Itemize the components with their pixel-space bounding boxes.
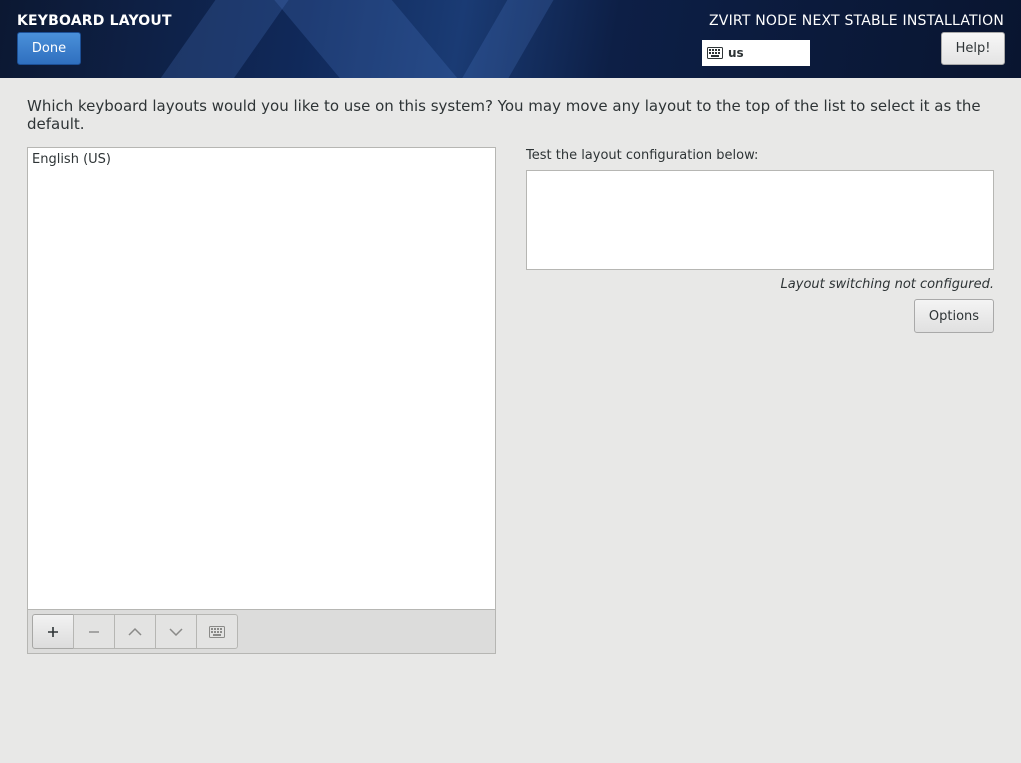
- list-item[interactable]: English (US): [28, 148, 495, 172]
- preview-layout-button[interactable]: [196, 614, 238, 649]
- options-button[interactable]: Options: [914, 299, 994, 333]
- test-layout-field[interactable]: [526, 170, 994, 270]
- chevron-up-icon: [128, 627, 142, 636]
- minus-icon: [89, 630, 99, 633]
- keyboard-layout-code: us: [728, 46, 744, 60]
- page-title: KEYBOARD LAYOUT: [17, 13, 172, 29]
- plus-icon: [48, 626, 58, 637]
- layout-question: Which keyboard layouts would you like to…: [27, 97, 981, 133]
- remove-layout-button[interactable]: [73, 614, 115, 649]
- move-down-button[interactable]: [155, 614, 197, 649]
- move-up-button[interactable]: [114, 614, 156, 649]
- keyboard-icon: [209, 625, 225, 638]
- keyboard-layout-indicator[interactable]: us: [702, 40, 810, 66]
- header-bar: KEYBOARD LAYOUT Done ZVIRT NODE NEXT STA…: [0, 0, 1021, 78]
- product-title: ZVIRT NODE NEXT STABLE INSTALLATION: [709, 13, 1004, 29]
- layout-list-toolbar: [28, 609, 495, 653]
- keyboard-icon: [707, 47, 723, 59]
- add-layout-button[interactable]: [32, 614, 74, 649]
- help-button[interactable]: Help!: [941, 32, 1005, 65]
- test-layout-label: Test the layout configuration below:: [526, 148, 759, 163]
- layout-list: English (US): [27, 147, 496, 654]
- layout-switching-note: Layout switching not configured.: [780, 277, 994, 292]
- chevron-down-icon: [169, 627, 183, 636]
- done-button[interactable]: Done: [17, 32, 81, 65]
